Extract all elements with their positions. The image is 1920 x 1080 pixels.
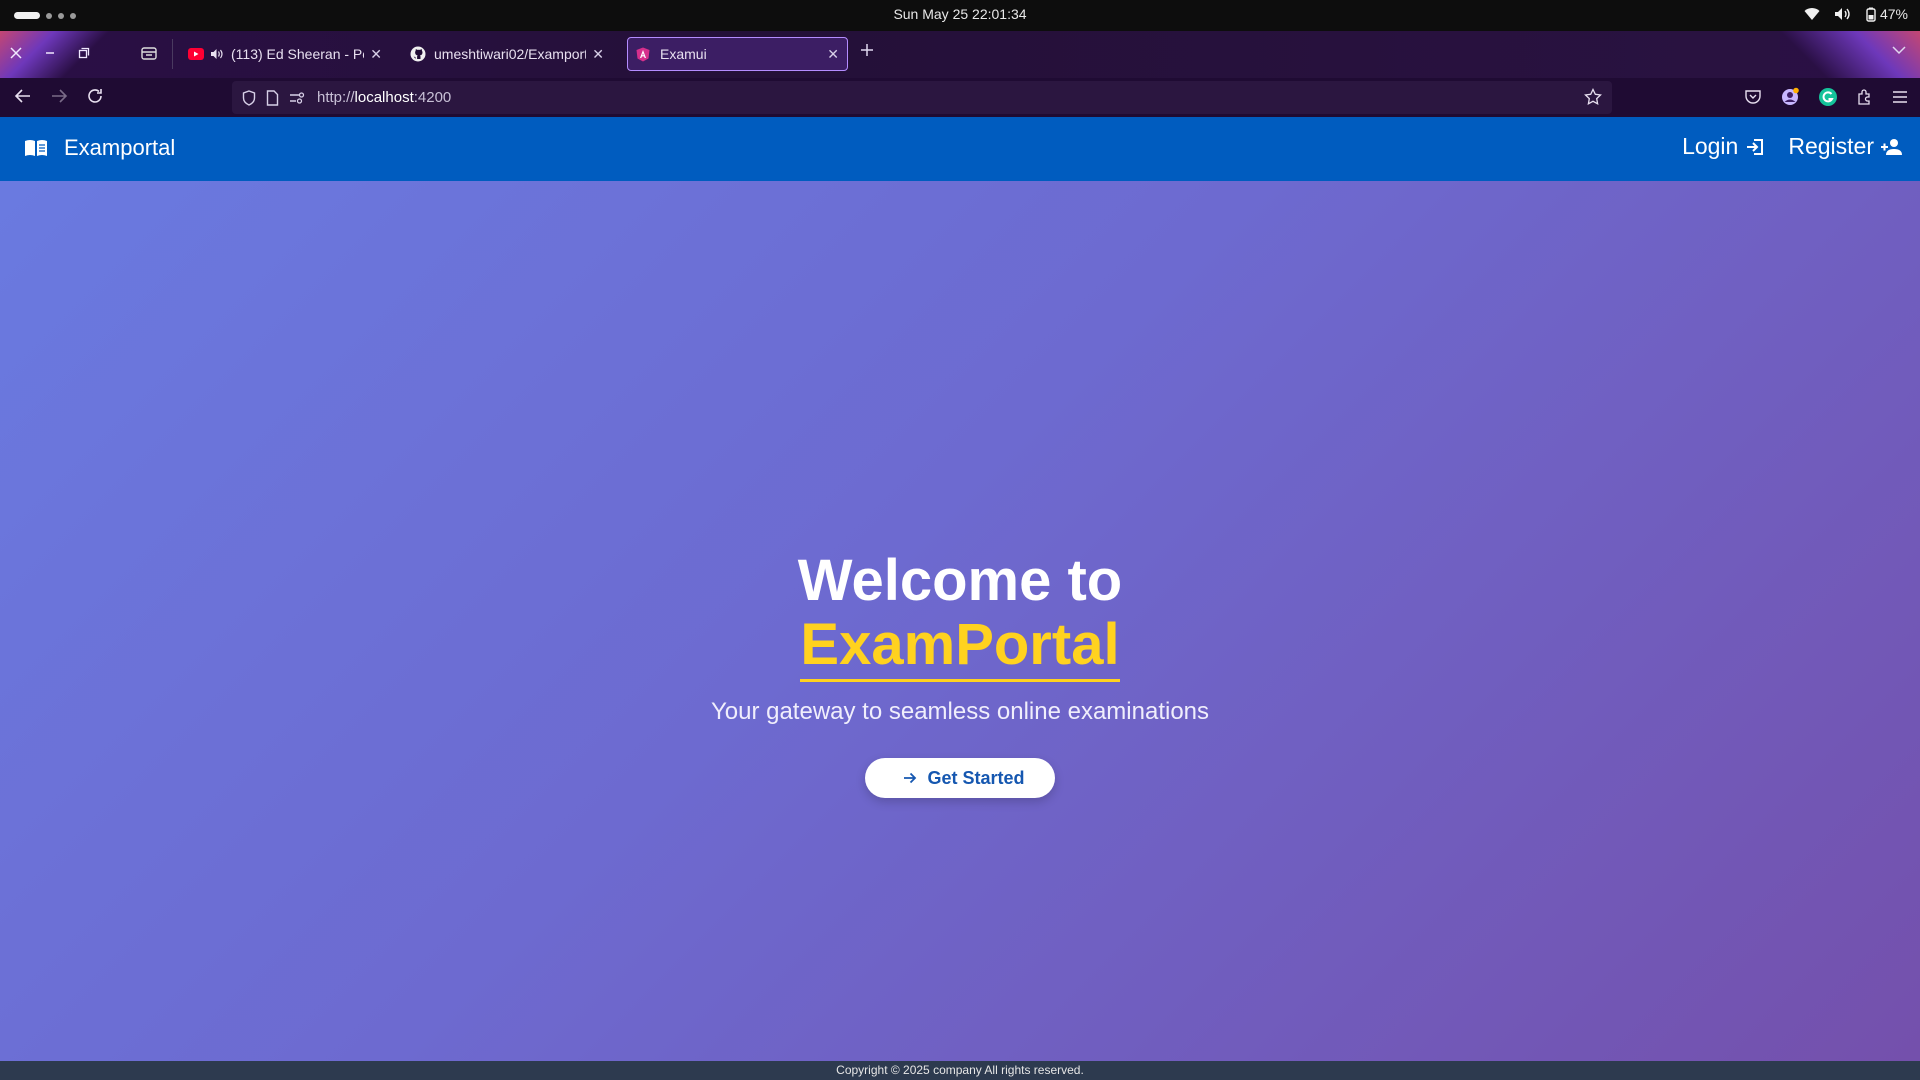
firefox-view-icon[interactable] (140, 44, 158, 67)
browser-nav-bar: http://localhost:4200 (0, 78, 1920, 117)
extensions-icon[interactable] (1856, 88, 1874, 111)
tab-close-icon[interactable]: ✕ (364, 46, 382, 63)
list-all-tabs-button[interactable] (1892, 45, 1906, 55)
copyright-text: Copyright © 2025 company All rights rese… (836, 1063, 1084, 1077)
app-header: Examportal Login Register (0, 117, 1920, 181)
url-bar[interactable]: http://localhost:4200 (232, 81, 1612, 114)
window-close-button[interactable] (8, 45, 24, 61)
register-button[interactable]: Register (1788, 133, 1904, 160)
footer: Copyright © 2025 company All rights rese… (0, 1061, 1920, 1080)
permissions-icon[interactable] (289, 91, 305, 105)
tab-close-icon[interactable]: ✕ (821, 46, 839, 63)
tab-youtube[interactable]: (113) Ed Sheeran - Perfect ✕ (180, 37, 390, 71)
brand-name: Examportal (64, 135, 176, 160)
url-text[interactable]: http://localhost:4200 (317, 89, 451, 106)
new-tab-button[interactable] (860, 43, 874, 57)
pocket-icon[interactable] (1744, 89, 1762, 110)
angular-icon (636, 47, 650, 62)
back-button[interactable] (14, 87, 32, 110)
page-icon[interactable] (266, 89, 279, 106)
get-started-button[interactable]: Get Started (865, 758, 1055, 798)
menu-icon[interactable] (1892, 90, 1908, 109)
book-icon (24, 138, 48, 158)
browser-tab-strip: (113) Ed Sheeran - Perfect ✕ umeshtiwari… (0, 31, 1920, 78)
shield-icon[interactable] (242, 89, 256, 106)
os-top-bar: Sun May 25 22:01:34 47% (0, 0, 1920, 31)
youtube-icon (188, 48, 204, 60)
window-restore-button[interactable] (76, 45, 92, 61)
tab-title: (113) Ed Sheeran - Perfect (231, 46, 364, 62)
brand[interactable]: Examportal (24, 135, 175, 161)
person-add-icon (1880, 136, 1904, 158)
grammarly-icon[interactable] (1818, 87, 1838, 112)
system-clock[interactable]: Sun May 25 22:01:34 (0, 6, 1920, 22)
bookmark-star-icon[interactable] (1584, 87, 1602, 111)
tab-close-icon[interactable]: ✕ (586, 46, 604, 63)
battery-level: 47% (1879, 6, 1908, 22)
window-minimize-button[interactable] (42, 45, 58, 61)
reload-button[interactable] (86, 87, 104, 110)
tab-title: umeshtiwari02/Examportal (434, 46, 587, 62)
login-icon (1744, 136, 1766, 158)
arrow-right-icon (903, 771, 917, 785)
hero-subtitle: Your gateway to seamless online examinat… (710, 698, 1210, 725)
account-icon[interactable] (1780, 87, 1800, 112)
hero-brand-name: ExamPortal (800, 613, 1120, 682)
battery-icon[interactable] (1866, 7, 1876, 22)
speaker-icon[interactable] (210, 48, 223, 60)
tab-title: Examui (660, 46, 707, 62)
hero-title: Welcome to (797, 548, 1123, 613)
github-icon (410, 46, 426, 62)
tab-github[interactable]: umeshtiwari02/Examportal ✕ (402, 37, 612, 71)
forward-button[interactable] (50, 87, 68, 110)
wifi-icon[interactable] (1804, 7, 1820, 21)
volume-icon[interactable] (1834, 7, 1852, 21)
hero-section: Welcome to ExamPortal Your gateway to se… (0, 181, 1920, 1061)
login-button[interactable]: Login (1682, 133, 1766, 160)
tab-examui[interactable]: Examui ✕ (627, 37, 848, 71)
